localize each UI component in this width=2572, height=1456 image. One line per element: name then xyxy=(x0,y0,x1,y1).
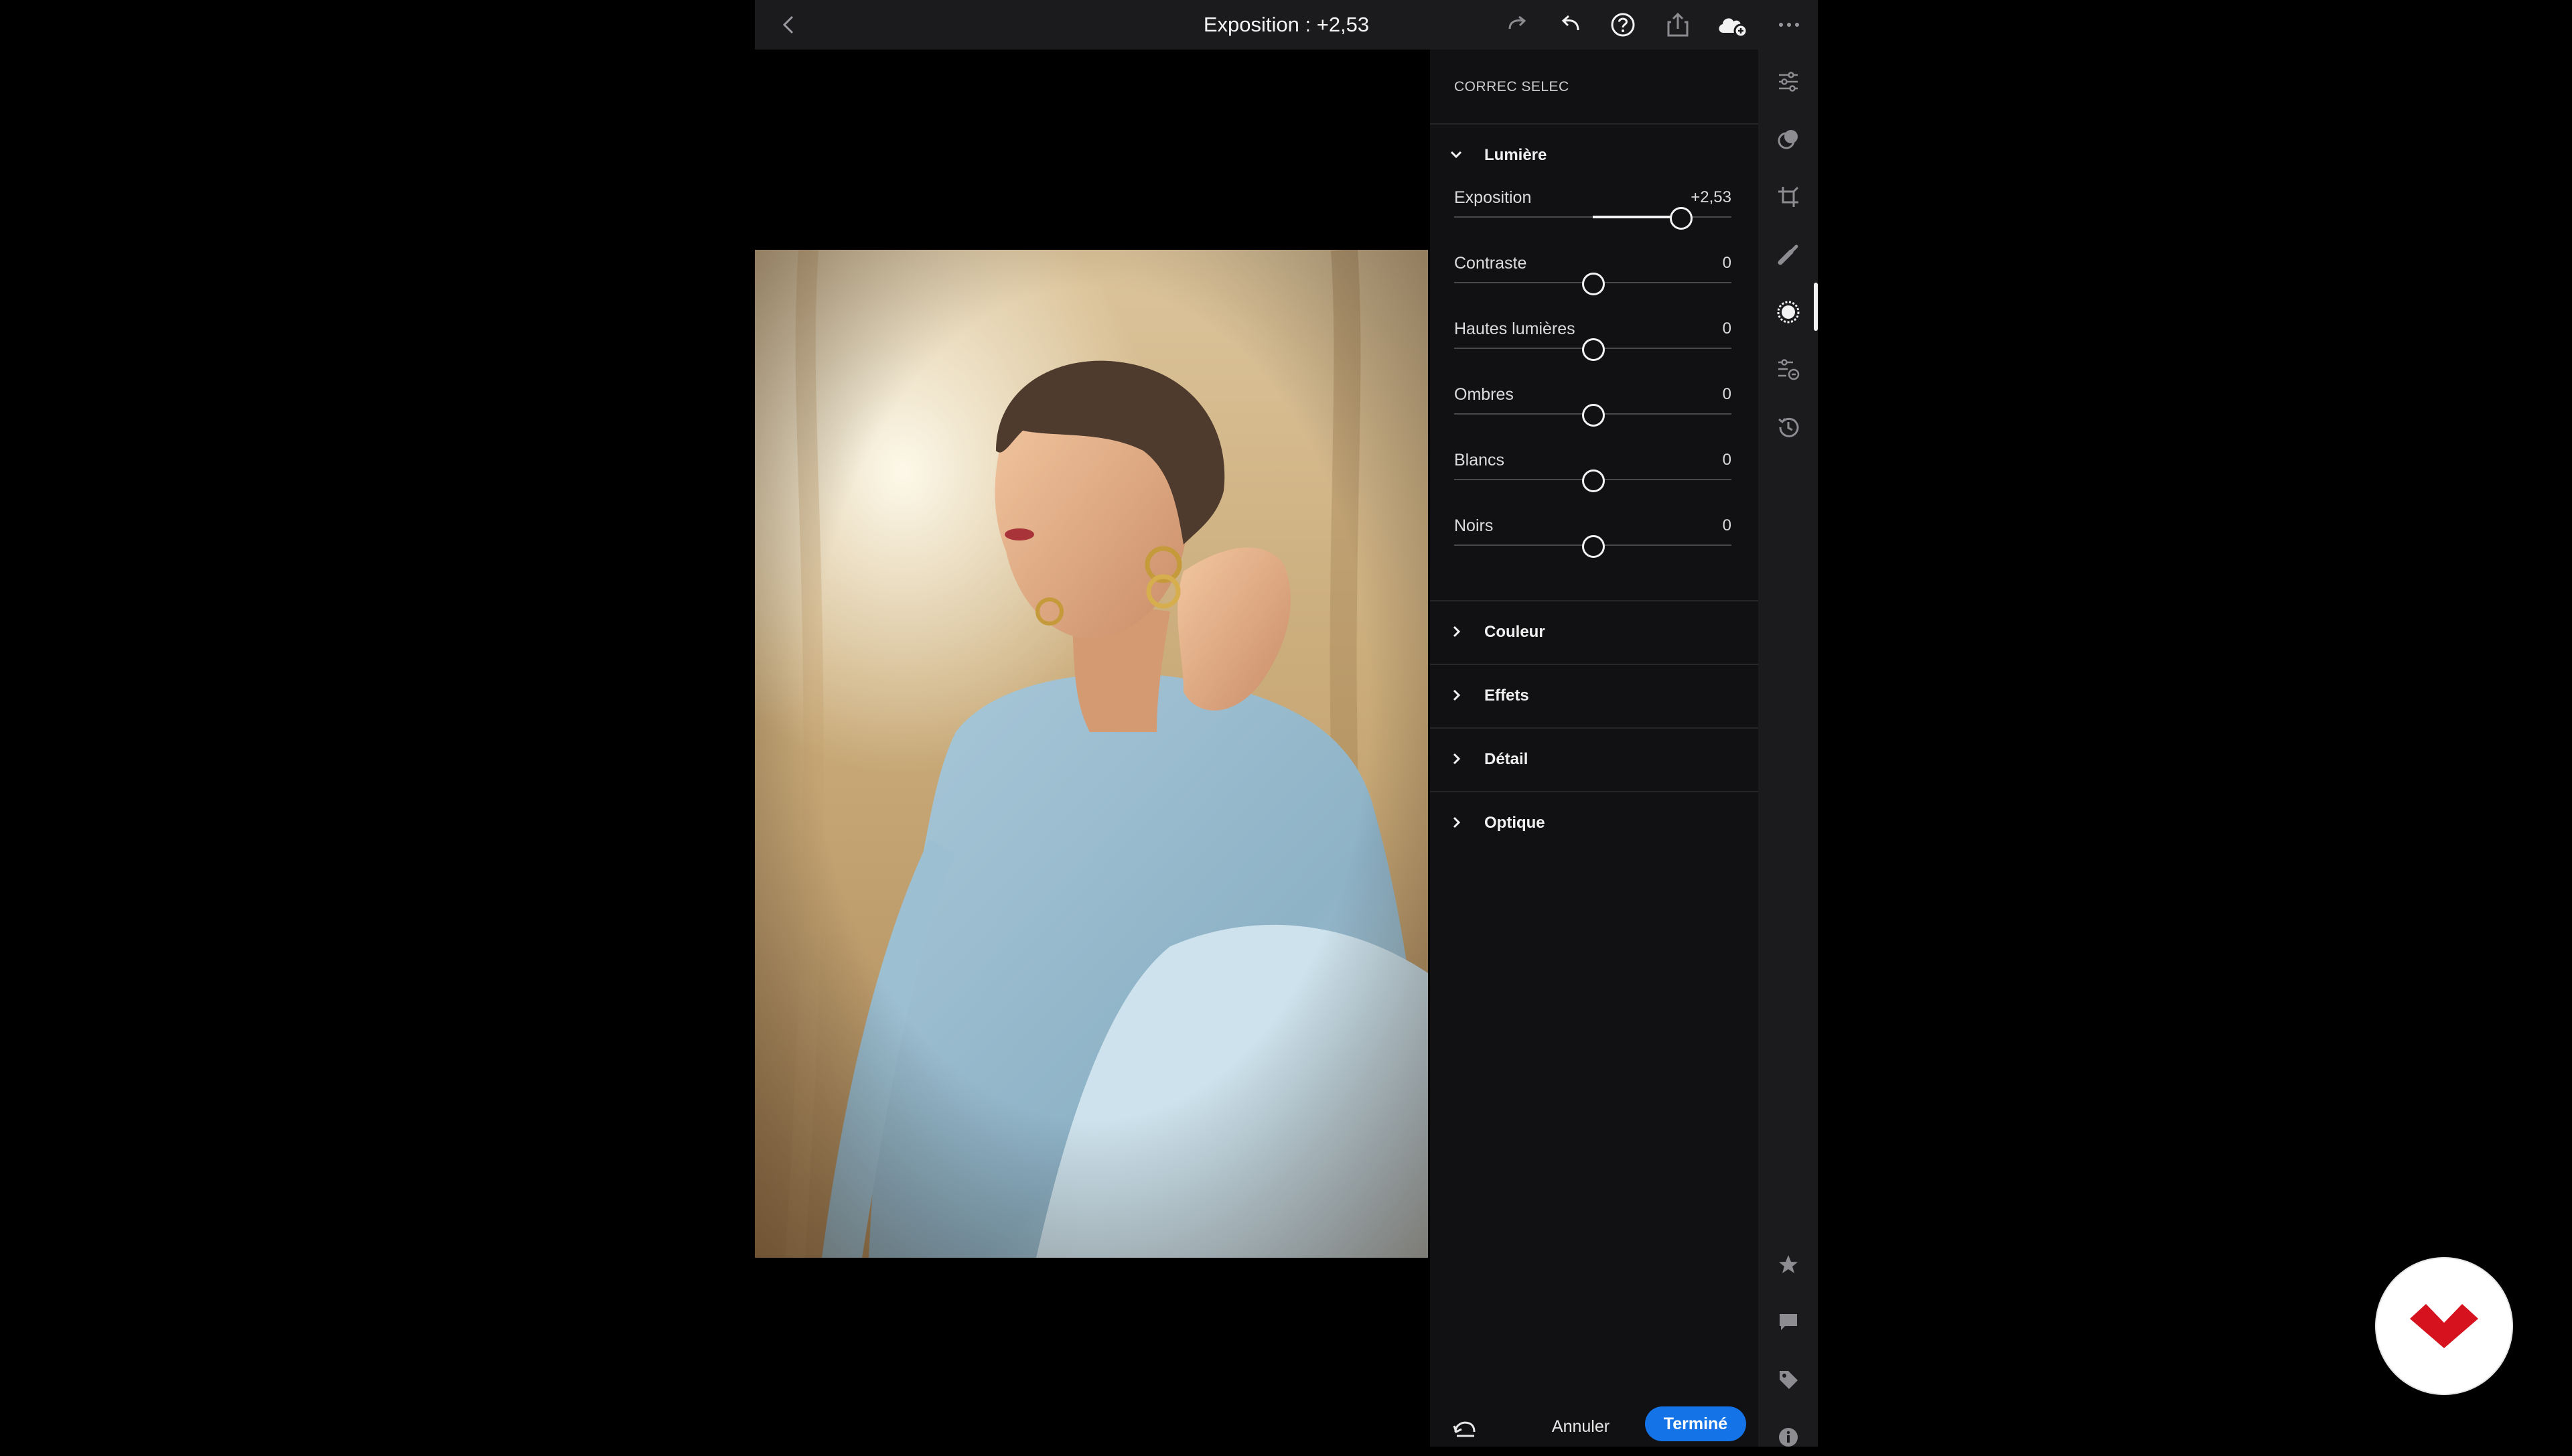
chevron-right-icon xyxy=(1446,812,1466,832)
help-icon[interactable] xyxy=(1603,5,1643,45)
section-effects-header[interactable]: Effets xyxy=(1430,664,1758,727)
slider-knob[interactable] xyxy=(1582,469,1605,492)
active-tool-marker xyxy=(1814,283,1818,331)
section-label: Couleur xyxy=(1484,623,1545,641)
history-icon[interactable] xyxy=(1770,409,1807,446)
slider-exposition[interactable]: Exposition +2,53 xyxy=(1430,188,1758,254)
slider-value: 0 xyxy=(1722,451,1731,469)
section-label: Effets xyxy=(1484,686,1529,705)
cloud-sync-icon[interactable] xyxy=(1712,5,1752,45)
slider-contrast[interactable]: Contraste 0 xyxy=(1430,254,1758,320)
chevron-right-icon xyxy=(1446,685,1466,705)
versions-icon[interactable] xyxy=(1770,351,1807,388)
slider-value: 0 xyxy=(1722,319,1731,338)
photo-preview[interactable] xyxy=(755,250,1428,1258)
comment-icon[interactable] xyxy=(1770,1303,1807,1341)
masking-icon[interactable] xyxy=(1770,293,1807,331)
slider-shadows[interactable]: Ombres 0 xyxy=(1430,385,1758,451)
tool-rail xyxy=(1758,50,1818,1447)
section-color-header[interactable]: Couleur xyxy=(1430,600,1758,664)
slider-knob[interactable] xyxy=(1582,273,1605,295)
chevron-right-icon xyxy=(1446,622,1466,642)
edit-sliders-icon[interactable] xyxy=(1770,63,1807,100)
healing-brush-icon[interactable] xyxy=(1770,236,1807,273)
reset-icon[interactable] xyxy=(1449,1412,1481,1444)
slider-label: Noirs xyxy=(1454,516,1494,535)
undo-icon[interactable] xyxy=(1550,5,1590,45)
logo-mark-icon xyxy=(2410,1304,2478,1348)
section-label: Détail xyxy=(1484,750,1528,768)
slider-value: 0 xyxy=(1722,385,1731,403)
share-icon[interactable] xyxy=(1658,5,1698,45)
presets-icon[interactable] xyxy=(1770,121,1807,158)
section-optics-header[interactable]: Optique xyxy=(1430,791,1758,855)
lightroom-editor: Exposition : +2,53 CORREC SELEC Lumière … xyxy=(755,0,1818,1447)
slider-value: +2,53 xyxy=(1691,188,1731,206)
done-button[interactable]: Terminé xyxy=(1645,1406,1746,1441)
slider-label: Hautes lumières xyxy=(1454,319,1575,338)
top-bar: Exposition : +2,53 xyxy=(755,0,1818,50)
slider-knob[interactable] xyxy=(1582,338,1605,361)
slider-value: 0 xyxy=(1722,516,1731,534)
section-detail-header[interactable]: Détail xyxy=(1430,727,1758,791)
crop-icon[interactable] xyxy=(1770,178,1807,216)
redo-icon[interactable] xyxy=(1498,5,1538,45)
slider-value: 0 xyxy=(1722,254,1731,272)
slider-knob[interactable] xyxy=(1582,404,1605,427)
chevron-right-icon xyxy=(1446,749,1466,769)
slider-label: Ombres xyxy=(1454,385,1514,404)
slider-label: Exposition xyxy=(1454,188,1532,207)
slider-fill xyxy=(1593,216,1681,218)
slider-whites[interactable]: Blancs 0 xyxy=(1430,451,1758,517)
slider-label: Contraste xyxy=(1454,254,1527,273)
section-label: Optique xyxy=(1484,814,1545,832)
adjustment-panel: CORREC SELEC Lumière Exposition +2,53 Cont… xyxy=(1430,50,1758,1447)
tag-icon[interactable] xyxy=(1770,1361,1807,1398)
star-rating-icon[interactable] xyxy=(1770,1246,1807,1283)
brand-logo xyxy=(2376,1258,2512,1394)
slider-label: Blancs xyxy=(1454,451,1505,469)
slider-knob[interactable] xyxy=(1669,207,1693,230)
slider-blacks[interactable]: Noirs 0 xyxy=(1430,516,1758,583)
panel-title: CORREC SELEC xyxy=(1454,79,1569,94)
more-icon[interactable] xyxy=(1769,5,1809,45)
cancel-button[interactable]: Annuler xyxy=(1537,1410,1624,1443)
panel-header: CORREC SELEC xyxy=(1430,50,1758,125)
section-light-header[interactable]: Lumière xyxy=(1430,125,1758,186)
info-icon[interactable] xyxy=(1770,1418,1807,1456)
portrait-photo xyxy=(755,250,1428,1258)
slider-knob[interactable] xyxy=(1582,535,1605,558)
section-light-label: Lumière xyxy=(1484,146,1547,164)
panel-footer: Annuler Terminé xyxy=(1430,1406,1758,1447)
chevron-down-icon xyxy=(1446,145,1466,165)
slider-highlights[interactable]: Hautes lumières 0 xyxy=(1430,319,1758,386)
